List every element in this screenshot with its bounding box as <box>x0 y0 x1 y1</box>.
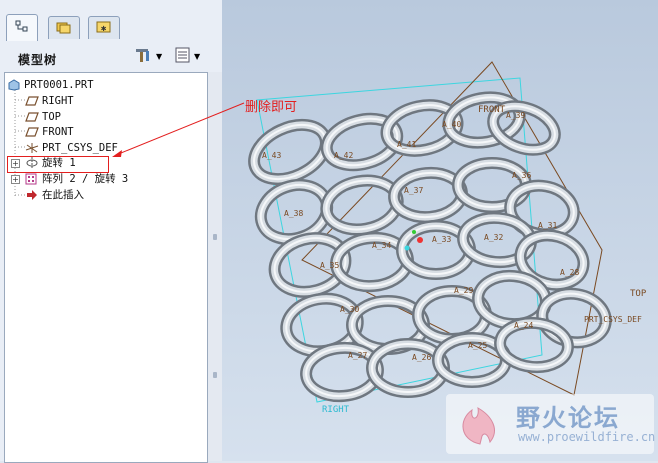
axis-label: A_42 <box>334 151 353 160</box>
tree-item-label: 在此插入 <box>42 189 84 201</box>
panel-title: 模型树 <box>18 53 58 67</box>
tree-item-csys[interactable]: PRT_CSYS_DEF <box>25 140 118 155</box>
tree-item-label: 阵列 2 / 旋转 3 <box>42 173 129 185</box>
sash-grip <box>213 234 217 240</box>
pattern-icon <box>25 173 39 185</box>
datum-label-front: FRONT <box>478 105 506 115</box>
forum-watermark: 野火论坛 www.proewildfire.cn <box>446 394 656 454</box>
expand-toggle-pattern[interactable]: + <box>11 175 20 184</box>
axis-label: A_26 <box>412 353 431 362</box>
datum-label-right: RIGHT <box>322 405 350 415</box>
folder-browser-icon <box>56 20 72 37</box>
tree-item-insert-here[interactable]: 在此插入 <box>25 187 84 202</box>
model-tree-header: 模型树 ▼ ▼ <box>0 40 222 72</box>
navigator-tabs: ✱ <box>0 14 222 41</box>
axis-label: A_37 <box>404 186 423 195</box>
axis-label: A_39 <box>506 111 525 120</box>
panel-sash[interactable] <box>208 72 222 461</box>
axis-label: A_38 <box>284 209 303 218</box>
flame-logo-icon <box>454 400 506 451</box>
model-tree: PRT0001.PRT RIGHT TOP FRONT PRT_CSYS_DEF <box>4 72 208 463</box>
axis-label: A_24 <box>514 321 533 330</box>
tree-settings-icon <box>134 46 154 67</box>
tree-item-label: PRT_CSYS_DEF <box>42 141 118 154</box>
tab-favorites[interactable]: ✱ <box>88 16 120 39</box>
watermark-url: www.proewildfire.cn <box>518 430 656 444</box>
axis-label: A_36 <box>512 171 531 180</box>
tab-model-tree[interactable] <box>6 14 38 41</box>
datum-label-csys: PRT_CSYS_DEF <box>584 315 642 324</box>
csys-icon <box>25 142 39 154</box>
watermark-title: 野火论坛 <box>516 404 620 432</box>
tree-item-label: FRONT <box>42 125 74 138</box>
axis-label: A_41 <box>397 140 416 149</box>
tree-item-right[interactable]: RIGHT <box>25 93 74 108</box>
favorites-icon: ✱ <box>96 20 112 37</box>
tree-item-label: RIGHT <box>42 94 74 107</box>
model-tree-icon <box>15 20 29 37</box>
graphics-viewport[interactable]: A_43 A_42 A_41 A_40 A_39 A_38 A_37 A_36 A_35 A_34… <box>222 0 658 461</box>
sash-grip <box>213 372 217 378</box>
settings-dropdown-button[interactable]: ▼ <box>134 46 162 66</box>
tree-item-label: TOP <box>42 110 61 123</box>
axis-label: A_30 <box>340 305 359 314</box>
tree-columns-icon <box>174 46 192 67</box>
axis-label: A_29 <box>454 286 473 295</box>
datum-label-top: TOP <box>630 289 647 299</box>
axis-label: A_28 <box>560 268 579 277</box>
insert-here-icon <box>25 189 39 201</box>
annotation-highlight-box <box>7 156 109 173</box>
axis-label: A_25 <box>468 341 487 350</box>
tab-folder-browser[interactable] <box>48 16 80 39</box>
axis-label: A_40 <box>442 120 461 129</box>
datum-plane-icon <box>25 126 39 138</box>
datum-plane-icon <box>25 111 39 123</box>
tree-item-front[interactable]: FRONT <box>25 124 74 139</box>
tree-item-pattern[interactable]: 阵列 2 / 旋转 3 <box>25 171 128 186</box>
navigator-panel: ✱ 模型树 ▼ ▼ PRT0001.PRT RIGHT TOP FRONT PR… <box>0 0 222 463</box>
tree-item-label: PRT0001.PRT <box>24 78 94 91</box>
axis-label: A_31 <box>538 221 557 230</box>
axis-label: A_34 <box>372 241 391 250</box>
show-dropdown-button[interactable]: ▼ <box>174 46 200 66</box>
datum-plane-icon <box>25 95 39 107</box>
axis-label: A_32 <box>484 233 503 242</box>
chevron-down-icon: ▼ <box>156 51 163 61</box>
svg-text:✱: ✱ <box>101 24 107 34</box>
annotation-note: 删除即可 <box>245 100 298 115</box>
tree-item-part[interactable]: PRT0001.PRT <box>7 77 94 92</box>
axis-label: A_33 <box>432 235 451 244</box>
axis-label: A_43 <box>262 151 281 160</box>
chevron-down-icon: ▼ <box>194 51 201 61</box>
axis-label: A_27 <box>348 351 367 360</box>
axis-label: A_35 <box>320 261 339 270</box>
chainmail-model: A_43 A_42 A_41 A_40 A_39 A_38 A_37 A_36 A_35 A_34… <box>222 0 658 461</box>
part-icon <box>7 78 21 91</box>
tree-item-top[interactable]: TOP <box>25 109 61 124</box>
